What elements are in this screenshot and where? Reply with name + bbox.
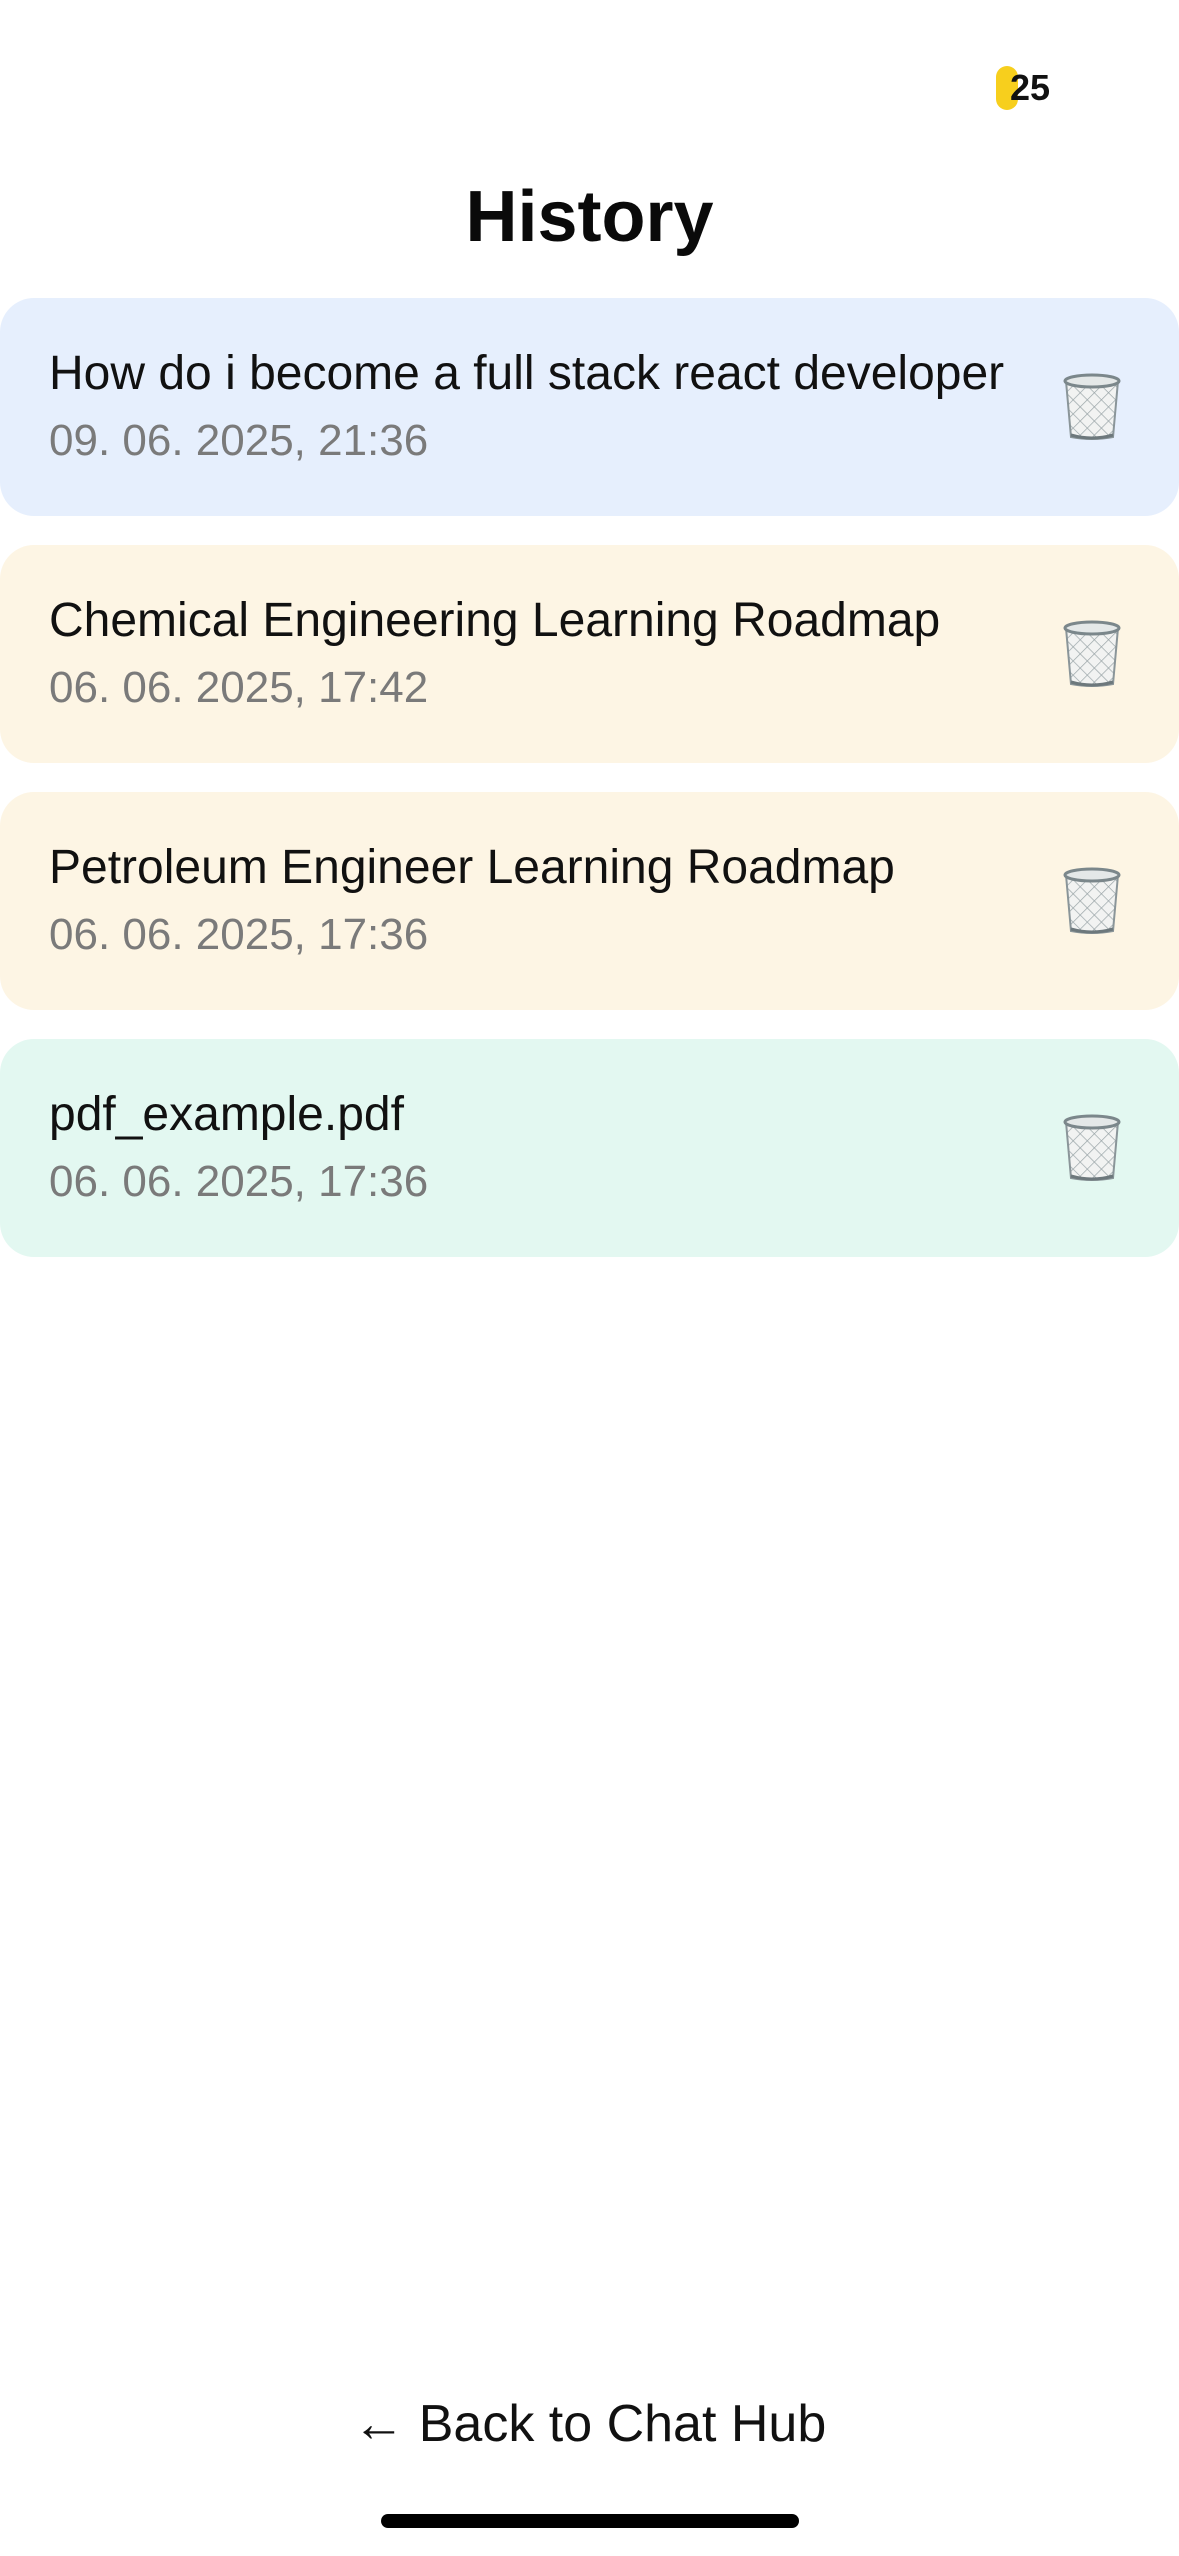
back-label: Back to Chat Hub [418, 2395, 827, 2453]
history-list: How do i become a full stack react devel… [0, 298, 1179, 1286]
history-item[interactable]: Petroleum Engineer Learning Roadmap 06. … [0, 792, 1179, 1010]
delete-button[interactable] [1055, 370, 1129, 444]
back-to-chat-hub-button[interactable]: ← Back to Chat Hub [0, 2394, 1179, 2454]
history-item-title: pdf_example.pdf [49, 1088, 404, 1141]
history-screen: 25 History How do i become a full stack … [0, 0, 1179, 2556]
trash-can-icon [1063, 1114, 1121, 1181]
delete-button[interactable] [1055, 864, 1129, 938]
history-item-title: Chemical Engineering Learning Roadmap [49, 594, 941, 647]
trash-can-icon [1063, 373, 1121, 440]
history-item[interactable]: How do i become a full stack react devel… [0, 298, 1179, 516]
home-indicator[interactable] [381, 2514, 799, 2528]
history-item-date: 06. 06. 2025, 17:36 [49, 910, 429, 959]
arrow-left-icon: ← [352, 2395, 405, 2453]
history-item[interactable]: Chemical Engineering Learning Roadmap 06… [0, 545, 1179, 763]
delete-button[interactable] [1055, 617, 1129, 691]
history-item[interactable]: pdf_example.pdf 06. 06. 2025, 17:36 [0, 1039, 1179, 1257]
history-item-date: 09. 06. 2025, 21:36 [49, 416, 429, 465]
history-item-title: Petroleum Engineer Learning Roadmap [49, 841, 895, 894]
delete-button[interactable] [1055, 1111, 1129, 1185]
history-item-date: 06. 06. 2025, 17:36 [49, 1157, 429, 1206]
page-title: History [465, 177, 714, 257]
history-item-title: How do i become a full stack react devel… [49, 347, 1005, 400]
trash-can-icon [1063, 620, 1121, 687]
history-item-date: 06. 06. 2025, 17:42 [49, 663, 429, 712]
credits-count: 25 [1010, 67, 1051, 108]
trash-can-icon [1063, 867, 1121, 934]
credits-indicator[interactable]: 25 [996, 66, 1050, 110]
